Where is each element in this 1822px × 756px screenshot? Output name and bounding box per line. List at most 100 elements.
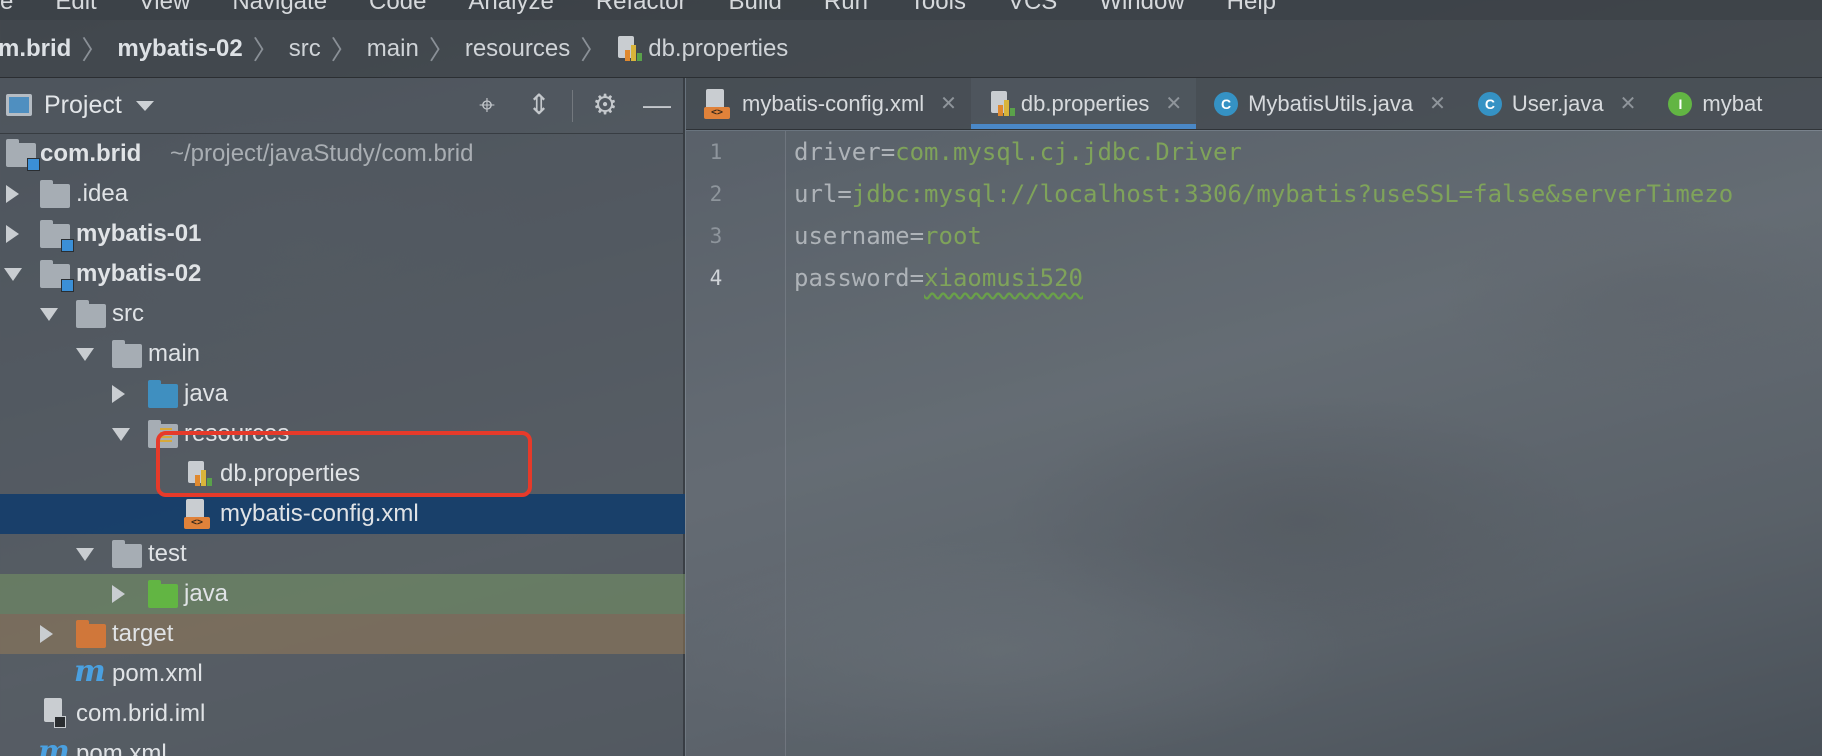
- breadcrumb-module[interactable]: mybatis-02: [117, 35, 242, 63]
- menu-view[interactable]: View: [139, 0, 191, 14]
- tree-row-db-properties[interactable]: db.properties: [0, 454, 685, 494]
- tree-row-target[interactable]: target: [0, 614, 685, 654]
- code-line[interactable]: password=xiaomusi520: [794, 264, 1083, 292]
- breadcrumb-separator: 〉: [252, 35, 279, 65]
- menu-help[interactable]: Help: [1227, 0, 1276, 14]
- tree-row-main-java[interactable]: java: [0, 374, 685, 414]
- project-panel-header: Project ⌖ ⇕ ⚙ —: [0, 78, 683, 134]
- tree-label: pom.xml: [76, 740, 167, 756]
- menu-analyze[interactable]: Analyze: [468, 0, 553, 14]
- editor-gutter: 1 2 3 4: [686, 131, 786, 756]
- chevron-right-icon[interactable]: [6, 185, 19, 203]
- code-line[interactable]: url=jdbc:mysql://localhost:3306/mybatis?…: [794, 180, 1733, 208]
- tree-row-iml[interactable]: com.brid.iml: [0, 694, 685, 734]
- property-value: root: [924, 222, 982, 250]
- xml-file-icon: <>: [704, 88, 732, 119]
- chevron-right-icon[interactable]: [112, 385, 125, 403]
- breadcrumb-separator: 〉: [580, 35, 607, 65]
- chevron-down-icon[interactable]: [135, 100, 154, 111]
- property-value: jdbc:mysql://localhost:3306/mybatis?useS…: [851, 180, 1734, 208]
- tree-row-test[interactable]: test: [0, 534, 685, 574]
- chevron-down-icon[interactable]: [40, 308, 58, 321]
- tree-row-mybatis-02[interactable]: mybatis-02: [0, 254, 685, 294]
- close-icon[interactable]: ✕: [1165, 91, 1182, 116]
- chevron-down-icon[interactable]: [76, 548, 94, 561]
- maven-icon: m: [74, 654, 106, 689]
- tree-row-test-java[interactable]: java: [0, 574, 685, 614]
- folder-icon: [76, 300, 106, 328]
- tree-label: mybatis-config.xml: [220, 500, 419, 527]
- code-editor[interactable]: driver=com.mysql.cj.jdbc.Driver url=jdbc…: [786, 131, 1822, 756]
- tree-label: target: [112, 620, 174, 647]
- tab-label: User.java: [1511, 90, 1604, 116]
- breadcrumb-src[interactable]: src: [289, 35, 321, 63]
- tree-row-idea[interactable]: .idea: [0, 174, 685, 214]
- tree-row-src[interactable]: src: [0, 294, 685, 334]
- menu-run[interactable]: Run: [824, 0, 868, 14]
- properties-file-icon: [989, 90, 1015, 118]
- tree-label: mybatis-02: [76, 260, 202, 287]
- breadcrumb-file[interactable]: db.properties: [648, 35, 788, 63]
- code-line[interactable]: driver=com.mysql.cj.jdbc.Driver: [794, 138, 1242, 166]
- menu-navigate[interactable]: Navigate: [232, 0, 327, 14]
- collapse-all-icon[interactable]: ⇕: [524, 90, 554, 120]
- tree-label: resources: [184, 420, 290, 447]
- tab-label: mybatis-config.xml: [742, 90, 925, 116]
- breadcrumb-separator: 〉: [330, 35, 357, 65]
- hide-panel-icon[interactable]: —: [642, 90, 672, 120]
- tab-mybatis-mapper[interactable]: I mybat: [1650, 78, 1776, 129]
- tree-row-main[interactable]: main: [0, 334, 685, 374]
- menu-file[interactable]: e: [0, 0, 13, 14]
- tree-row-mybatis-config[interactable]: <> mybatis-config.xml: [0, 494, 685, 534]
- tree-row-pom-root[interactable]: m pom.xml: [0, 734, 685, 756]
- chevron-right-icon[interactable]: [40, 625, 53, 643]
- tree-row-pom-module[interactable]: m pom.xml: [0, 654, 685, 694]
- tree-row-mybatis-01[interactable]: mybatis-01: [0, 214, 685, 254]
- tab-label: mybat: [1702, 90, 1763, 116]
- property-key: url=: [794, 180, 852, 208]
- close-icon[interactable]: ✕: [1429, 91, 1446, 116]
- locate-icon[interactable]: ⌖: [472, 90, 502, 120]
- gear-icon[interactable]: ⚙: [590, 90, 620, 120]
- chevron-right-icon[interactable]: [112, 585, 125, 603]
- menu-window[interactable]: Window: [1099, 0, 1184, 14]
- property-key: driver=: [794, 138, 896, 166]
- tree-label: java: [184, 580, 229, 607]
- menu-edit[interactable]: Edit: [55, 0, 96, 14]
- chevron-down-icon[interactable]: [112, 428, 130, 441]
- tree-label: com.brid.iml: [76, 700, 206, 727]
- tab-user[interactable]: C User.java ✕: [1460, 78, 1650, 129]
- line-number: 4: [709, 266, 723, 290]
- menu-vcs[interactable]: VCS: [1008, 0, 1057, 14]
- project-window-icon: [6, 94, 32, 116]
- breadcrumb-main[interactable]: main: [367, 35, 419, 63]
- breadcrumb-separator: 〉: [81, 35, 108, 65]
- chevron-down-icon[interactable]: [4, 268, 22, 281]
- tree-row-com-brid[interactable]: com.brid ~/project/javaStudy/com.brid: [0, 134, 685, 174]
- close-icon[interactable]: ✕: [1620, 91, 1637, 116]
- close-icon[interactable]: ✕: [940, 91, 957, 116]
- properties-file-icon: [616, 35, 643, 63]
- class-icon: C: [1477, 91, 1502, 116]
- menu-refactor[interactable]: Refactor: [596, 0, 687, 14]
- interface-icon: I: [1668, 91, 1693, 116]
- menu-code[interactable]: Code: [369, 0, 426, 14]
- tab-db-properties[interactable]: db.properties ✕: [970, 78, 1197, 129]
- module-folder-icon: [40, 220, 74, 252]
- line-number: 2: [709, 182, 723, 206]
- tree-row-resources[interactable]: resources: [0, 414, 685, 454]
- chevron-right-icon[interactable]: [6, 225, 19, 243]
- tab-mybatis-config[interactable]: <> mybatis-config.xml ✕: [686, 78, 971, 129]
- chevron-down-icon[interactable]: [76, 348, 94, 361]
- breadcrumb-resources[interactable]: resources: [465, 35, 570, 63]
- menu-build[interactable]: Build: [729, 0, 782, 14]
- tab-mybatis-utils[interactable]: C MybatisUtils.java ✕: [1196, 78, 1460, 129]
- menu-tools[interactable]: Tools: [910, 0, 966, 14]
- tree-label: db.properties: [220, 460, 361, 487]
- code-line[interactable]: username=root: [794, 222, 982, 250]
- breadcrumb-project[interactable]: m.brid: [0, 35, 71, 63]
- folder-icon: [112, 340, 142, 368]
- project-view-title[interactable]: Project: [44, 91, 122, 120]
- tab-label: MybatisUtils.java: [1248, 90, 1414, 116]
- folder-icon: [112, 540, 142, 568]
